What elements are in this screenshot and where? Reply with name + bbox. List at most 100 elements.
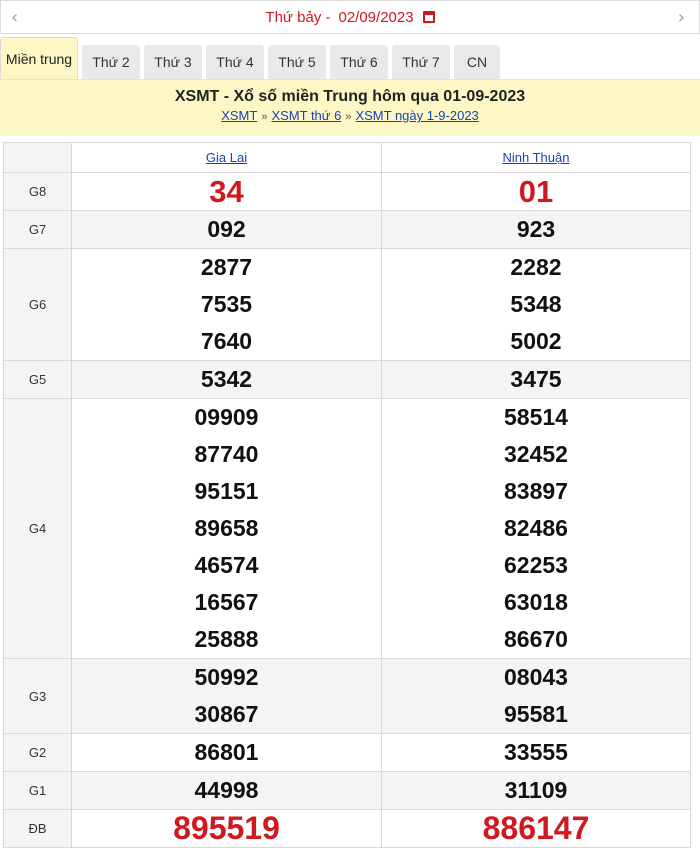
table-row: G4 09909 87740 95151 89658 46574 16567 25888 585… [3, 398, 691, 659]
header-corner-cell [3, 142, 72, 173]
table-row: G3 50992 30867 08043 95581 [3, 658, 691, 734]
prize-number: 16567 [194, 589, 259, 615]
table-row: G5 5342 3475 [3, 360, 691, 399]
tab-7[interactable]: CN [454, 45, 500, 79]
prize-cell: 44998 [71, 771, 382, 810]
prize-number: 83897 [504, 478, 568, 504]
prize-number: 86670 [504, 626, 568, 652]
prize-number: 09909 [194, 404, 259, 430]
prize-number: 2282 [510, 254, 562, 280]
prize-label: G7 [3, 210, 72, 249]
prize-number: 5342 [200, 366, 253, 392]
prize-cell: 886147 [381, 809, 691, 848]
prize-cell: 01 [381, 172, 691, 211]
breadcrumb-xsmt[interactable]: XSMT [221, 108, 257, 123]
chevron-right-icon[interactable]: › [678, 7, 685, 28]
prize-cell: 092 [71, 210, 382, 249]
prize-number: 08043 [504, 664, 568, 690]
prize-number: 01 [518, 174, 554, 209]
results-header: XSMT - Xổ số miền Trung hôm qua 01-09-20… [0, 80, 700, 136]
tab-0[interactable]: Miền trung [0, 37, 78, 79]
tab-2[interactable]: Thứ 3 [144, 45, 202, 79]
breadcrumb-xsmt-thu-6[interactable]: XSMT thứ 6 [271, 108, 341, 123]
breadcrumb-separator: » [345, 111, 352, 123]
prize-number: 092 [207, 216, 246, 242]
prize-cell: 34 [71, 172, 382, 211]
prize-number: 7535 [200, 291, 253, 317]
table-row: ĐB 895519 886147 [3, 809, 691, 848]
prize-label: G8 [3, 172, 72, 211]
prize-cell: 923 [381, 210, 691, 249]
prize-number: 886147 [482, 810, 590, 846]
province-header: Gia Lai [71, 142, 382, 173]
prize-label: G2 [3, 733, 72, 772]
prize-cell: 09909 87740 95151 89658 46574 16567 25888 [71, 398, 382, 659]
table-row: G6 2877 7535 7640 2282 5348 5002 [3, 248, 691, 361]
prize-number: 95581 [504, 701, 568, 727]
prize-number: 46574 [194, 552, 259, 578]
prize-number: 58514 [504, 404, 568, 430]
prize-number: 25888 [194, 626, 259, 652]
breadcrumb: XSMT» XSMT thứ 6» XSMT ngày 1-9-2023 [0, 108, 700, 123]
table-row: G1 44998 31109 [3, 771, 691, 810]
prize-cell: 50992 30867 [71, 658, 382, 734]
tab-6[interactable]: Thứ 7 [392, 45, 450, 79]
prize-number: 7640 [200, 328, 253, 354]
date-navigation-bar: ‹ Thứ bảy - 02/09/2023 › [0, 0, 700, 34]
prize-cell: 86801 [71, 733, 382, 772]
prize-cell: 08043 95581 [381, 658, 691, 734]
prize-cell: 33555 [381, 733, 691, 772]
date-value: 02/09/2023 [338, 8, 414, 26]
province-link-gia-lai[interactable]: Gia Lai [206, 150, 247, 165]
prize-number: 3475 [510, 366, 562, 392]
prize-number: 87740 [194, 441, 259, 467]
prize-cell: 2877 7535 7640 [71, 248, 382, 361]
day-tabs: Miền trung Thứ 2 Thứ 3 Thứ 4 Thứ 5 Thứ 6 Thứ 7… [0, 37, 700, 80]
table-row: G8 34 01 [3, 172, 691, 211]
prize-label: G6 [3, 248, 72, 361]
prize-cell: 5342 [71, 360, 382, 399]
prize-cell: 58514 32452 83897 82486 62253 63018 86670 [381, 398, 691, 659]
tab-1[interactable]: Thứ 2 [82, 45, 140, 79]
chevron-left-icon[interactable]: ‹ [11, 7, 18, 28]
prize-number: 86801 [194, 739, 259, 765]
prize-number: 895519 [173, 810, 280, 846]
prize-number: 2877 [200, 254, 253, 280]
prize-number: 33555 [504, 739, 568, 765]
prize-cell: 3475 [381, 360, 691, 399]
prize-number: 63018 [504, 589, 568, 615]
breadcrumb-xsmt-ngay[interactable]: XSMT ngày 1-9-2023 [355, 108, 478, 123]
prize-number: 89658 [194, 515, 259, 541]
date-display[interactable]: Thứ bảy - 02/09/2023 [265, 8, 435, 26]
prize-label: G3 [3, 658, 72, 734]
prize-number: 62253 [504, 552, 568, 578]
table-row: G2 86801 33555 [3, 733, 691, 772]
prize-number: 5348 [510, 291, 562, 317]
table-header-row: Gia Lai Ninh Thuận [3, 142, 691, 173]
province-link-ninh-thuan[interactable]: Ninh Thuận [503, 150, 570, 165]
prize-number: 5002 [510, 328, 562, 354]
table-row: G7 092 923 [3, 210, 691, 249]
province-header: Ninh Thuận [381, 142, 691, 173]
prize-number: 44998 [194, 777, 259, 803]
prize-label: G5 [3, 360, 72, 399]
prize-number: 50992 [194, 664, 259, 690]
prize-cell: 895519 [71, 809, 382, 848]
tab-3[interactable]: Thứ 4 [206, 45, 264, 79]
page-title: XSMT - Xổ số miền Trung hôm qua 01-09-20… [174, 88, 526, 105]
prize-number: 82486 [504, 515, 568, 541]
calendar-icon[interactable] [422, 10, 435, 23]
prize-number: 31109 [504, 777, 568, 803]
prize-number: 34 [209, 174, 244, 209]
prize-number: 30867 [194, 701, 259, 727]
prize-cell: 31109 [381, 771, 691, 810]
prize-cell: 2282 5348 5002 [381, 248, 691, 361]
breadcrumb-separator: » [261, 111, 268, 123]
prize-number: 923 [516, 216, 556, 242]
lottery-results-table: Gia Lai Ninh Thuận G8 34 01 G7 092 923 G6 2877 7… [3, 142, 691, 848]
day-label: Thứ bảy - [265, 8, 331, 26]
tab-4[interactable]: Thứ 5 [268, 45, 326, 79]
prize-label: ĐB [3, 809, 72, 848]
prize-label: G1 [3, 771, 72, 810]
tab-5[interactable]: Thứ 6 [330, 45, 388, 79]
